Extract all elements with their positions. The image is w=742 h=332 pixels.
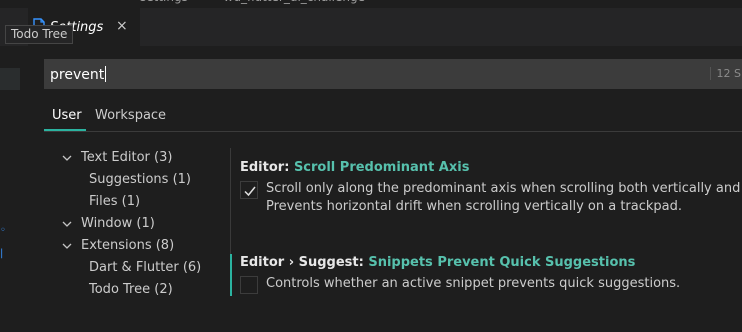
active-tab-indicator [44,129,86,131]
sidebar-fragment-mark: | [0,248,4,259]
tree-item-label: Suggestions (1) [89,172,191,187]
tree-item-label: Extensions (8) [81,238,175,253]
settings-scope-tabs: User Workspace [44,100,742,132]
close-icon[interactable]: × [116,18,128,34]
setting-title: Editor: Scroll Predominant Axis [240,160,742,175]
setting-name: Scroll Predominant Axis [293,160,470,175]
sidebar-selected-row[interactable] [0,68,20,90]
settings-window: ◦ | settings — wd_flutter_ui_challenge S… [0,0,742,332]
search-result-count: 12 S [709,67,741,80]
tree-item-label: Window (1) [81,216,155,231]
settings-search-input[interactable]: prevent 12 S [44,59,742,89]
tab-workspace[interactable]: Workspace [95,108,166,123]
focused-setting-indicator [230,254,232,296]
setting-checkbox[interactable] [240,181,258,199]
setting-description: Controls whether an active snippet preve… [266,276,681,291]
setting-snippets-prevent-quick-suggestions: Editor › Suggest: Snippets Prevent Quick… [240,255,742,299]
chevron-down-icon [62,221,72,227]
window-title: settings — wd_flutter_ui_challenge [140,0,365,4]
setting-scroll-predominant-axis: Editor: Scroll Predominant Axis Scroll o… [240,160,742,220]
setting-description: Prevents horizontal drift when scrolling… [266,199,683,214]
search-input-value[interactable]: prevent [50,66,107,83]
sidebar-fragment-mark: ◦ [0,225,6,236]
tree-item-label: Todo Tree (2) [89,282,173,297]
check-icon [244,186,256,197]
setting-description: Scroll only along the predominant axis w… [266,181,742,196]
tab-user[interactable]: User [52,108,82,123]
setting-name: Snippets Prevent Quick Suggestions [368,255,636,270]
setting-category: Editor: [240,160,294,175]
tree-item-label: Dart & Flutter (6) [89,260,202,275]
activity-sidebar-edge: ◦ | [0,0,28,332]
setting-category: Editor › Suggest: [240,255,369,270]
title-separator: — [200,0,212,4]
setting-checkbox[interactable] [240,276,258,294]
text-caret [105,66,107,82]
tree-item-label: Files (1) [89,194,141,209]
title-segment-right: wd_flutter_ui_challenge [224,0,365,4]
editor-tab-bar: Settings × [0,8,742,46]
window-titlebar: settings — wd_flutter_ui_challenge [0,0,742,8]
chevron-down-icon [62,243,72,249]
chevron-down-icon [62,155,72,161]
tree-item-label: Text Editor (3) [81,150,173,165]
title-segment-left: settings [140,0,188,4]
setting-title: Editor › Suggest: Snippets Prevent Quick… [240,255,742,270]
tooltip: Todo Tree [5,25,74,44]
